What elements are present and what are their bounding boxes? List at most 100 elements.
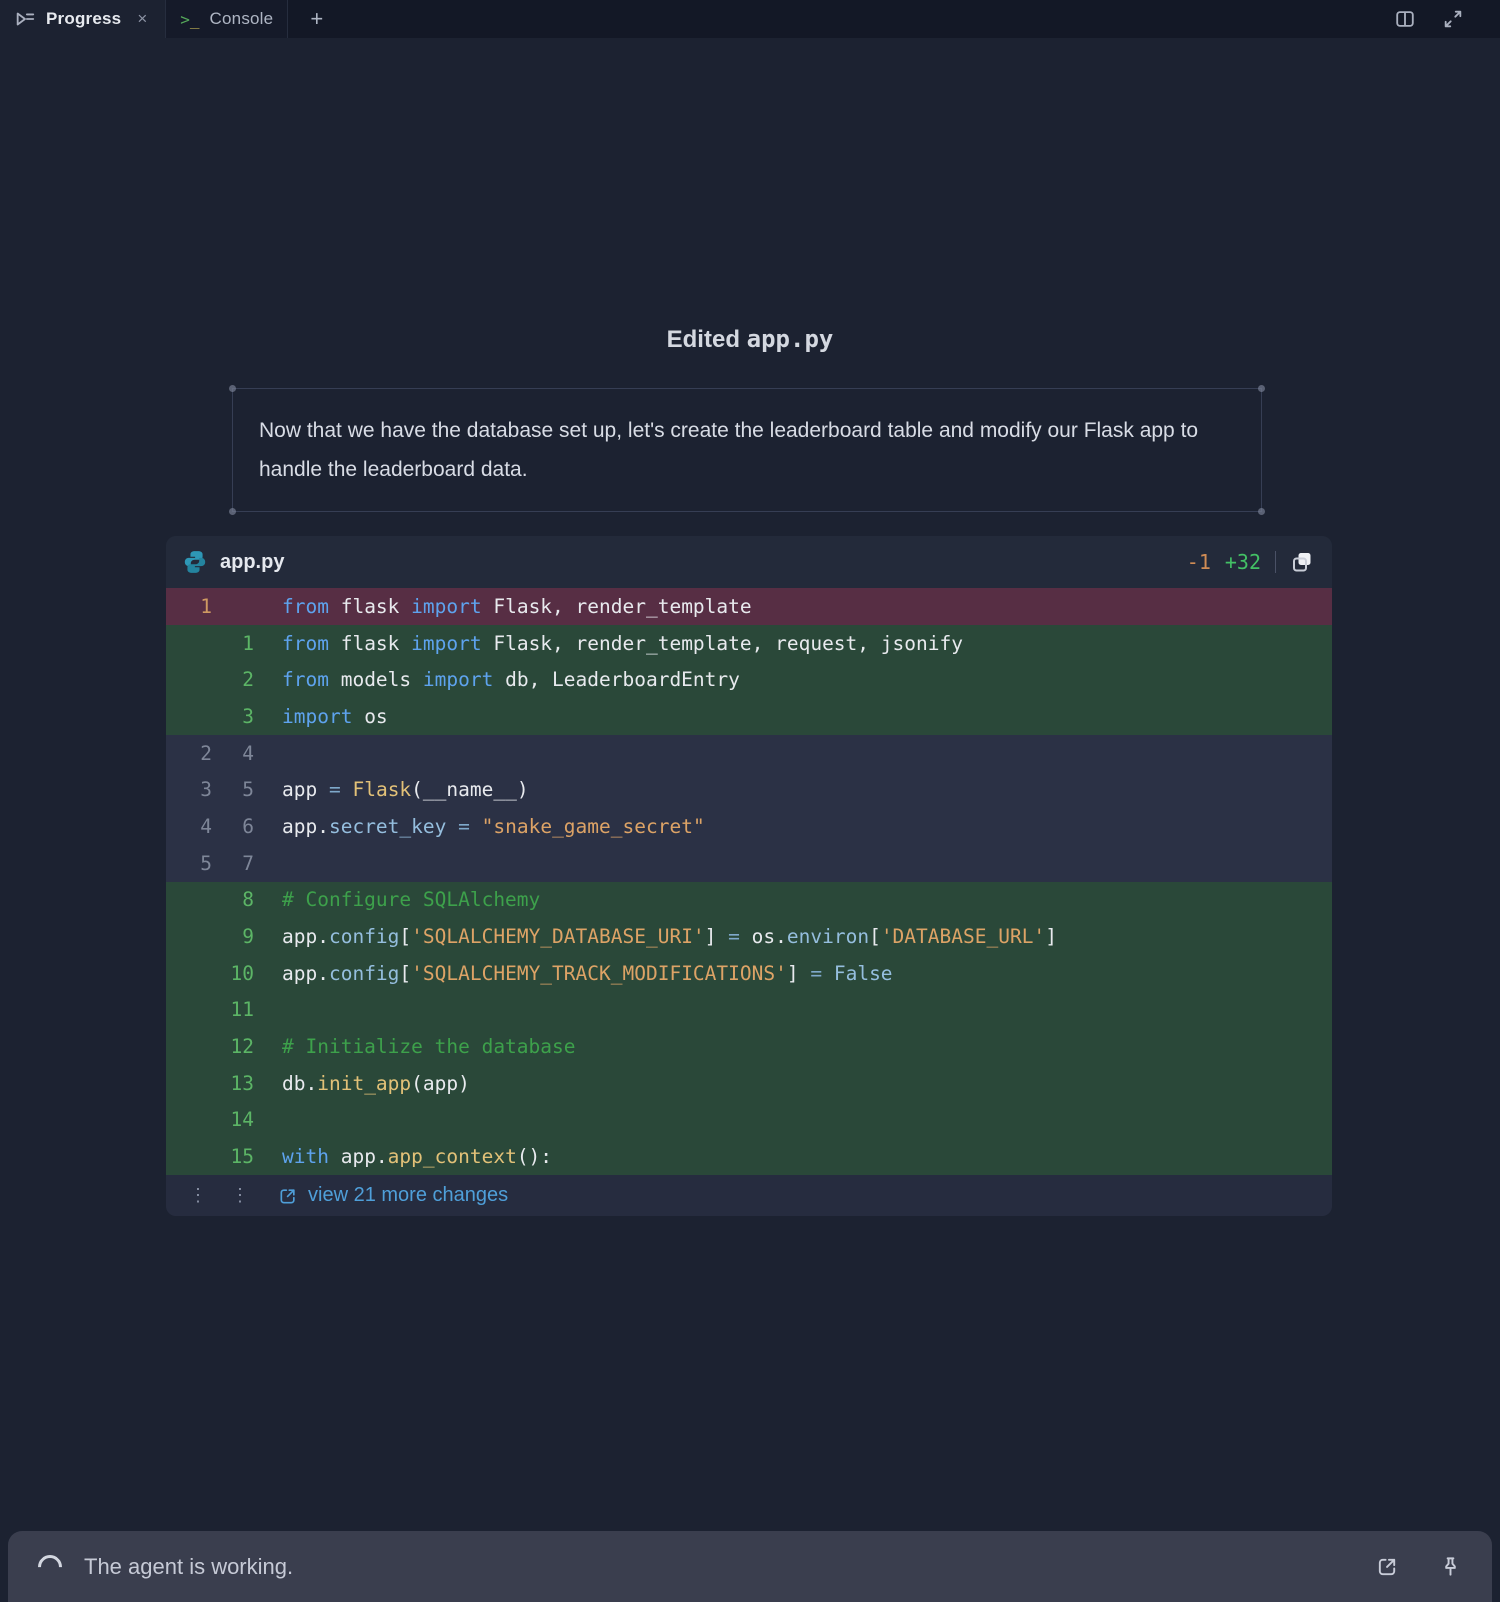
- line-number-old: 1: [170, 595, 212, 618]
- code-token: Flask, render_template, request, jsonify: [482, 632, 963, 655]
- code-line: db.init_app(app): [254, 1072, 470, 1095]
- code-token: ]: [787, 962, 810, 985]
- code-token: from: [282, 632, 329, 655]
- code-token: =: [728, 925, 740, 948]
- line-number-old: 5: [170, 852, 212, 875]
- code-line: app.config['SQLALCHEMY_DATABASE_URI'] = …: [254, 925, 1057, 948]
- code-token: [: [869, 925, 881, 948]
- view-more-changes-label: view 21 more changes: [308, 1184, 508, 1207]
- code-token: [822, 962, 834, 985]
- tab-progress-label: Progress: [46, 9, 121, 29]
- diff-row: 35app = Flask(__name__): [166, 771, 1332, 808]
- code-token: environ: [787, 925, 869, 948]
- code-token: from: [282, 595, 329, 618]
- code-token: import: [423, 668, 493, 691]
- line-number-new: 7: [212, 852, 254, 875]
- diff-card-footer: ⋮ ⋮ view 21 more changes: [166, 1175, 1332, 1216]
- line-number-new: 6: [212, 815, 254, 838]
- code-token: =: [810, 962, 822, 985]
- selection-handle-dot: [1258, 508, 1265, 515]
- line-number-new: 2: [212, 668, 254, 691]
- code-token: import: [282, 705, 352, 728]
- added-count: +32: [1225, 550, 1261, 574]
- terminal-icon: >_: [180, 8, 199, 30]
- line-number-old: 4: [170, 815, 212, 838]
- line-number-old: 3: [170, 778, 212, 801]
- code-token: flask: [329, 632, 411, 655]
- code-token: (app): [411, 1072, 470, 1095]
- line-number-new: 15: [212, 1145, 254, 1168]
- line-number-new: 4: [212, 742, 254, 765]
- code-token: app.: [282, 962, 329, 985]
- selection-handle-dot: [1258, 385, 1265, 392]
- page-title-filename: app.py: [747, 325, 834, 353]
- gutter-ellipsis-new: ⋮: [208, 1185, 250, 1206]
- code-token: with: [282, 1145, 329, 1168]
- code-token: flask: [329, 595, 411, 618]
- code-token: app_context: [388, 1145, 517, 1168]
- code-token: config: [329, 925, 399, 948]
- diff-card-header: app.py -1 +32: [166, 536, 1332, 588]
- page-title: Edited app.py: [0, 325, 1500, 354]
- code-line: app.config['SQLALCHEMY_TRACK_MODIFICATIO…: [254, 962, 893, 985]
- line-number-new: 14: [212, 1108, 254, 1131]
- diff-card: app.py -1 +32 1from flask import Flask, …: [166, 536, 1332, 1216]
- divider: [1275, 551, 1276, 573]
- code-token: # Configure SQLAlchemy: [282, 888, 540, 911]
- tab-bar: Progress × >_ Console +: [0, 0, 1500, 38]
- tab-progress[interactable]: Progress ×: [0, 0, 165, 38]
- code-token: False: [834, 962, 893, 985]
- diff-row: 12# Initialize the database: [166, 1028, 1332, 1065]
- code-token: app.: [329, 1145, 388, 1168]
- code-token: =: [458, 815, 470, 838]
- line-number-new: 3: [212, 705, 254, 728]
- code-token: db, LeaderboardEntry: [493, 668, 740, 691]
- new-tab-button[interactable]: +: [288, 0, 345, 38]
- close-tab-icon[interactable]: ×: [133, 7, 151, 31]
- code-token: models: [329, 668, 423, 691]
- code-token: secret_key: [329, 815, 446, 838]
- split-view-icon[interactable]: [1394, 8, 1416, 30]
- diff-row: 13db.init_app(app): [166, 1065, 1332, 1102]
- pin-icon[interactable]: [1439, 1555, 1462, 1578]
- diff-row: 15 with app.app_context():: [166, 1138, 1332, 1175]
- code-token: Flask, render_template: [482, 595, 752, 618]
- code-token: [470, 815, 482, 838]
- diff-row: 10app.config['SQLALCHEMY_TRACK_MODIFICAT…: [166, 955, 1332, 992]
- line-number-new: 5: [212, 778, 254, 801]
- status-text: The agent is working.: [84, 1554, 293, 1580]
- code-line: from flask import Flask, render_template: [254, 595, 752, 618]
- diff-row: 46app.secret_key = "snake_game_secret": [166, 808, 1332, 845]
- code-token: app: [282, 778, 329, 801]
- line-number-new: 1: [212, 632, 254, 655]
- diff-row: 1 from flask import Flask, render_templat…: [166, 588, 1332, 625]
- view-more-changes-link[interactable]: view 21 more changes: [278, 1184, 508, 1207]
- diff-row: 9app.config['SQLALCHEMY_DATABASE_URI'] =…: [166, 918, 1332, 955]
- line-number-new: 10: [212, 962, 254, 985]
- code-token: [: [399, 962, 411, 985]
- status-bar: The agent is working.: [8, 1531, 1492, 1602]
- expand-icon[interactable]: [1442, 8, 1464, 30]
- code-line: from flask import Flask, render_template…: [254, 632, 963, 655]
- code-line: app.secret_key = "snake_game_secret": [254, 815, 705, 838]
- code-token: app.: [282, 925, 329, 948]
- page-title-prefix: Edited: [667, 326, 740, 353]
- code-line: # Configure SQLAlchemy: [254, 888, 540, 911]
- code-token: ]: [705, 925, 728, 948]
- removed-count: -1: [1187, 550, 1211, 574]
- copy-icon[interactable]: [1290, 550, 1314, 574]
- open-diff-icon: [278, 1186, 298, 1206]
- code-line: from models import db, LeaderboardEntry: [254, 668, 740, 691]
- open-external-icon[interactable]: [1376, 1555, 1399, 1578]
- diff-filename: app.py: [220, 551, 284, 574]
- gutter-ellipsis-old: ⋮: [166, 1185, 208, 1206]
- diff-row: 24: [166, 735, 1332, 772]
- code-token: =: [329, 778, 341, 801]
- tab-console[interactable]: >_ Console: [165, 0, 288, 38]
- code-token: ():: [517, 1145, 552, 1168]
- diff-row: 2from models import db, LeaderboardEntry: [166, 661, 1332, 698]
- tab-console-label: Console: [210, 9, 274, 29]
- diff-row: 57: [166, 845, 1332, 882]
- code-token: init_app: [317, 1072, 411, 1095]
- code-token: [446, 815, 458, 838]
